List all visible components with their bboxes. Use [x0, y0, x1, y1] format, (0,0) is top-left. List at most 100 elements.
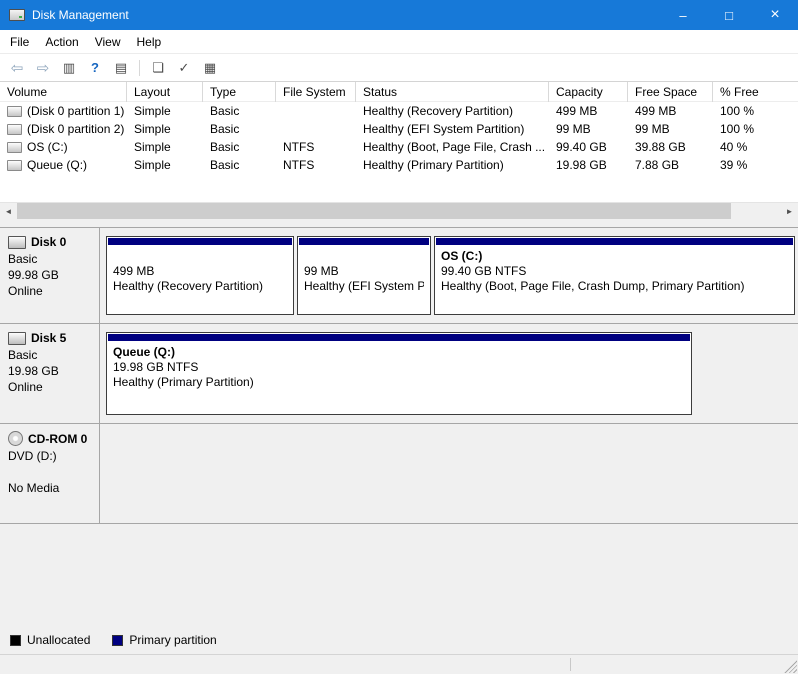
layout-cell: Simple — [127, 102, 203, 120]
cdrom-0-label[interactable]: CD-ROM 0 DVD (D:) No Media — [0, 424, 100, 523]
legend: Unallocated Primary partition — [0, 627, 798, 654]
column-header-status[interactable]: Status — [356, 82, 549, 102]
menubar: File Action View Help — [0, 30, 798, 54]
column-header-type[interactable]: Type — [203, 82, 276, 102]
column-header-file-system[interactable]: File System — [276, 82, 356, 102]
toolbar-separator — [139, 60, 140, 76]
cdrom-name: CD-ROM 0 — [28, 432, 87, 446]
disk-size: 19.98 GB — [8, 363, 93, 379]
status-cell: Healthy (Recovery Partition) — [356, 102, 549, 120]
legend-unallocated: Unallocated — [10, 633, 90, 647]
partition-efi-system[interactable]: 99 MB Healthy (EFI System Par — [297, 236, 431, 315]
volume-row-queue-q[interactable]: Queue (Q:) Simple Basic NTFS Healthy (Pr… — [0, 156, 798, 174]
scroll-left-button[interactable]: ◄ — [0, 203, 17, 219]
menu-view[interactable]: View — [87, 31, 129, 53]
volume-row-disk0-partition1[interactable]: (Disk 0 partition 1) Simple Basic Health… — [0, 102, 798, 120]
disk-name: Disk 5 — [31, 331, 66, 345]
help-button[interactable]: ? — [83, 57, 107, 79]
partition-status: Healthy (Recovery Partition) — [113, 279, 287, 294]
pct-free-cell: 100 % — [713, 120, 798, 138]
partition-color-band — [436, 238, 793, 245]
partition-status: Healthy (Boot, Page File, Crash Dump, Pr… — [441, 279, 788, 294]
partition-title — [113, 249, 287, 264]
partition-recovery[interactable]: 499 MB Healthy (Recovery Partition) — [106, 236, 294, 315]
volume-drive-icon — [7, 142, 22, 153]
window-controls: – □ × — [660, 0, 798, 30]
disk-type: Basic — [8, 347, 93, 363]
free-space-cell: 7.88 GB — [628, 156, 713, 174]
volume-drive-icon — [7, 160, 22, 171]
column-header-layout[interactable]: Layout — [127, 82, 203, 102]
resize-grip[interactable] — [784, 660, 797, 673]
volume-name-cell: (Disk 0 partition 1) — [0, 104, 127, 118]
pct-free-cell: 39 % — [713, 156, 798, 174]
column-header-free-space[interactable]: Free Space — [628, 82, 713, 102]
status-cell: Healthy (EFI System Partition) — [356, 120, 549, 138]
volume-list-header: Volume Layout Type File System Status Ca… — [0, 82, 798, 102]
legend-primary-label: Primary partition — [129, 633, 216, 647]
partition-size: 19.98 GB NTFS — [113, 360, 685, 375]
action-pane-button[interactable]: ▤ — [109, 57, 133, 79]
disk-type: Basic — [8, 251, 93, 267]
free-space-cell: 99 MB — [628, 120, 713, 138]
menu-help[interactable]: Help — [129, 31, 170, 53]
partition-status: Healthy (Primary Partition) — [113, 375, 685, 390]
partition-color-band — [299, 238, 429, 245]
free-space-cell: 499 MB — [628, 102, 713, 120]
titlebar: Disk Management – □ × — [0, 0, 798, 30]
layout-cell: Simple — [127, 120, 203, 138]
pct-free-cell: 100 % — [713, 102, 798, 120]
partition-size: 99.40 GB NTFS — [441, 264, 788, 279]
column-header-volume[interactable]: Volume — [0, 82, 127, 102]
check-disk-button[interactable]: ✓ — [172, 57, 196, 79]
volume-row-disk0-partition2[interactable]: (Disk 0 partition 2) Simple Basic Health… — [0, 120, 798, 138]
pct-free-cell: 40 % — [713, 138, 798, 156]
layout-cell: Simple — [127, 138, 203, 156]
disk-0-row: Disk 0 Basic 99.98 GB Online 499 MB Heal… — [0, 227, 798, 324]
disk-5-row: Disk 5 Basic 19.98 GB Online Queue (Q:) … — [0, 324, 798, 424]
console-tree-button[interactable]: ▥ — [57, 57, 81, 79]
file-system-cell: NTFS — [276, 156, 356, 174]
disk-size: 99.98 GB — [8, 267, 93, 283]
scroll-right-button[interactable]: ► — [781, 203, 798, 219]
partition-os-c[interactable]: OS (C:) 99.40 GB NTFS Healthy (Boot, Pag… — [434, 236, 795, 315]
volume-row-os-c[interactable]: OS (C:) Simple Basic NTFS Healthy (Boot,… — [0, 138, 798, 156]
back-button[interactable]: ⇦ — [5, 57, 29, 79]
horizontal-scrollbar[interactable]: ◄ ► — [0, 202, 798, 219]
scrollbar-thumb[interactable] — [17, 203, 731, 219]
disk-0-label[interactable]: Disk 0 Basic 99.98 GB Online — [0, 228, 100, 323]
partition-title — [304, 249, 424, 264]
minimize-button[interactable]: – — [660, 0, 706, 30]
volume-name-cell: (Disk 0 partition 2) — [0, 122, 127, 136]
file-system-cell: NTFS — [276, 138, 356, 156]
maximize-button[interactable]: □ — [706, 0, 752, 30]
cdrom-0-row: CD-ROM 0 DVD (D:) No Media — [0, 424, 798, 524]
close-button[interactable]: × — [752, 0, 798, 30]
status-pane-right — [571, 655, 784, 674]
scrollbar-track[interactable] — [731, 203, 781, 219]
status-cell: Healthy (Primary Partition) — [356, 156, 549, 174]
status-pane-left — [0, 655, 570, 674]
disk-icon — [8, 332, 26, 345]
column-header-capacity[interactable]: Capacity — [549, 82, 628, 102]
menu-action[interactable]: Action — [37, 31, 86, 53]
partition-status: Healthy (EFI System Par — [304, 279, 424, 294]
status-bar — [0, 654, 798, 674]
forward-button[interactable]: ⇨ — [31, 57, 55, 79]
column-header-pct-free[interactable]: % Free — [713, 82, 798, 102]
type-cell: Basic — [203, 120, 276, 138]
partition-color-band — [108, 238, 292, 245]
disk-0-partitions: 499 MB Healthy (Recovery Partition) 99 M… — [100, 228, 798, 323]
partition-queue-q[interactable]: Queue (Q:) 19.98 GB NTFS Healthy (Primar… — [106, 332, 692, 415]
cdrom-0-partitions — [100, 424, 798, 523]
menu-file[interactable]: File — [2, 31, 37, 53]
primary-partition-swatch — [112, 635, 123, 646]
cdrom-icon — [8, 431, 23, 446]
legend-unallocated-label: Unallocated — [27, 633, 90, 647]
capacity-cell: 99.40 GB — [549, 138, 628, 156]
type-cell: Basic — [203, 138, 276, 156]
properties-button[interactable]: ❏ — [146, 57, 170, 79]
disk-5-label[interactable]: Disk 5 Basic 19.98 GB Online — [0, 324, 100, 423]
window-title: Disk Management — [32, 8, 129, 22]
views-button[interactable]: ▦ — [198, 57, 222, 79]
